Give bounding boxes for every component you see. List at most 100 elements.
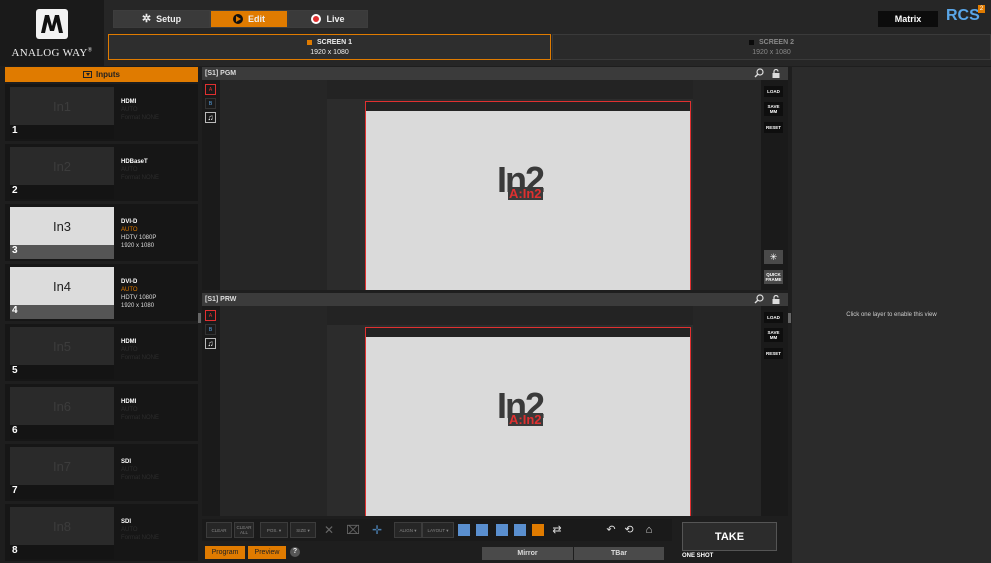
prw-view: [S1] PRW A B ♫ In2 A:In2 LOAD SAVE MM RE… [202,293,788,516]
input-card-4[interactable]: In4 4 DVI-D AUTO HDTV 1080P 1920 x 1080 [5,264,198,321]
search-icon[interactable] [754,294,764,304]
pgm-view: [S1] PGM A B ♫ In2 A:In2 LOAD SAVE MM RE… [202,67,788,290]
load-button[interactable]: LOAD [764,86,783,97]
prw-canvas[interactable]: In2 A:In2 [220,306,761,516]
live-tab[interactable]: Live [288,10,368,28]
input-type: DVI-D [121,279,138,285]
undo-icon[interactable]: ↶ [604,523,618,537]
layer-a-button[interactable]: A [205,310,216,321]
header-bar: ANALOG WAY® ✲ Setup Edit Live Matrix RCS… [0,0,991,66]
distribute-icon[interactable]: ✛ [370,523,384,537]
one-shot-label: ONE SHOT [682,553,714,559]
eraser-icon[interactable]: ⌂ [642,523,656,537]
pgm-top-bar [327,80,693,99]
screen-1-label: SCREEN 1 [316,39,352,46]
input-meta: HDMI AUTO Format NONE [121,398,159,422]
pgm-canvas[interactable]: In2 A:In2 [220,80,761,290]
pgm-screen-area[interactable]: In2 A:In2 [365,101,691,290]
prw-screen-area[interactable]: In2 A:In2 [365,327,691,516]
swap-arrows-icon[interactable]: ⇄ [550,523,564,537]
screen-2-tab[interactable]: SCREEN 2 1920 x 1080 [552,34,991,60]
layer-b-button[interactable]: B [205,324,216,335]
input-number-strip [10,305,114,319]
lock-icon[interactable] [772,68,780,78]
center-cross-icon[interactable]: ⌧ [346,523,360,537]
clear-button[interactable]: CLEAR [206,522,232,538]
input-card-5[interactable]: In5 5 HDMI AUTO Format NONE [5,324,198,381]
input-card-7[interactable]: In7 7 SDI AUTO Format NONE [5,444,198,501]
fullscreen-cross-icon[interactable]: ✕ [322,523,336,537]
tbar-button[interactable]: TBar [574,547,664,560]
input-format: HDTV 1080P [121,295,157,301]
input-number-strip [10,545,114,559]
screen-1-tab[interactable]: SCREEN 1 1920 x 1080 [108,34,551,60]
layer-back-icon[interactable] [514,524,526,536]
layout-dropdown[interactable]: LAYOUT ▾ [422,522,454,538]
reset-button[interactable]: RESET [764,122,783,133]
layer-copy-icon[interactable] [532,524,544,536]
layer-b-button[interactable]: B [205,98,216,109]
take-button[interactable]: TAKE [682,522,777,551]
inputs-panel-header[interactable]: Inputs [5,67,198,82]
input-type: SDI [121,519,132,525]
input-number: 1 [12,125,18,136]
help-icon[interactable]: ? [290,547,300,557]
audio-icon[interactable]: ♫ [205,112,216,123]
splitter-handle-left[interactable] [198,313,201,323]
input-format: Format NONE [121,475,160,481]
input-meta: DVI-D AUTO HDTV 1080P 1920 x 1080 [121,278,156,310]
input-card-1[interactable]: In1 1 HDMI AUTO Format NONE [5,84,198,141]
position-dropdown[interactable]: POS. ▾ [260,522,288,538]
input-number: 2 [12,185,18,196]
input-thumbnail-name: In1 [52,99,72,114]
live-tab-label: Live [326,14,345,24]
input-card-2[interactable]: In2 2 HDBaseT AUTO Format NONE [5,144,198,201]
analog-way-logo: ANALOG WAY® [0,0,104,66]
clear-all-button[interactable]: CLEAR ALL [234,522,254,538]
prw-layer-tag: A:In2 [508,412,543,427]
input-card-6[interactable]: In6 6 HDMI AUTO Format NONE [5,384,198,441]
layer-front-icon[interactable] [476,524,488,536]
save-mm-button[interactable]: SAVE MM [764,328,783,342]
edit-tab[interactable]: Edit [210,10,288,28]
input-thumbnail-name: In5 [52,339,72,354]
save-mm-button[interactable]: SAVE MM [764,102,783,116]
loop-icon[interactable]: ⟲ [622,523,636,537]
input-thumbnail-name: In3 [52,219,72,234]
input-resolution: 1920 x 1080 [121,243,155,249]
screen-2-resolution: 1920 x 1080 [752,49,791,56]
input-number-strip [10,365,114,379]
search-icon[interactable] [754,68,764,78]
mirror-button[interactable]: Mirror [482,547,573,560]
inputs-panel-title: Inputs [96,70,120,79]
brightness-icon[interactable]: ✳ [764,250,783,264]
edit-tab-label: Edit [248,14,265,24]
program-button[interactable]: Program [205,546,245,559]
preview-button[interactable]: Preview [248,546,286,559]
input-thumbnail-name: In4 [52,279,72,294]
input-number: 8 [12,545,18,556]
layer-order-icon[interactable] [458,524,470,536]
input-card-8[interactable]: In8 8 SDI AUTO Format NONE [5,504,198,561]
layer-properties-message: Click one layer to enable this view [846,312,937,318]
lock-icon[interactable] [772,294,780,304]
setup-tab[interactable]: ✲ Setup [113,10,210,28]
layer-a-button[interactable]: A [205,84,216,95]
align-dropdown[interactable]: ALIGN ▾ [394,522,422,538]
matrix-button[interactable]: Matrix [878,11,938,27]
app-window: ANALOG WAY® ✲ Setup Edit Live Matrix RCS… [0,0,991,563]
input-number-strip [10,245,114,259]
setup-tab-label: Setup [156,14,182,24]
input-card-3[interactable]: In3 3 DVI-D AUTO HDTV 1080P 1920 x 1080 [5,204,198,261]
pgm-layer-tag: A:In2 [508,186,543,201]
reset-button[interactable]: RESET [764,348,783,359]
layer-swap-icon[interactable] [496,524,508,536]
quick-frame-button[interactable]: QUICK FRAME [764,270,783,284]
audio-icon[interactable]: ♫ [205,338,216,349]
load-button[interactable]: LOAD [764,312,783,323]
size-dropdown[interactable]: SIZE ▾ [290,522,316,538]
brand-text: ANALOG WAY® [11,47,93,59]
splitter-handle-right[interactable] [788,313,791,323]
input-meta: DVI-D AUTO HDTV 1080P 1920 x 1080 [121,218,156,250]
pgm-left-toolbar: A B ♫ [202,80,220,290]
